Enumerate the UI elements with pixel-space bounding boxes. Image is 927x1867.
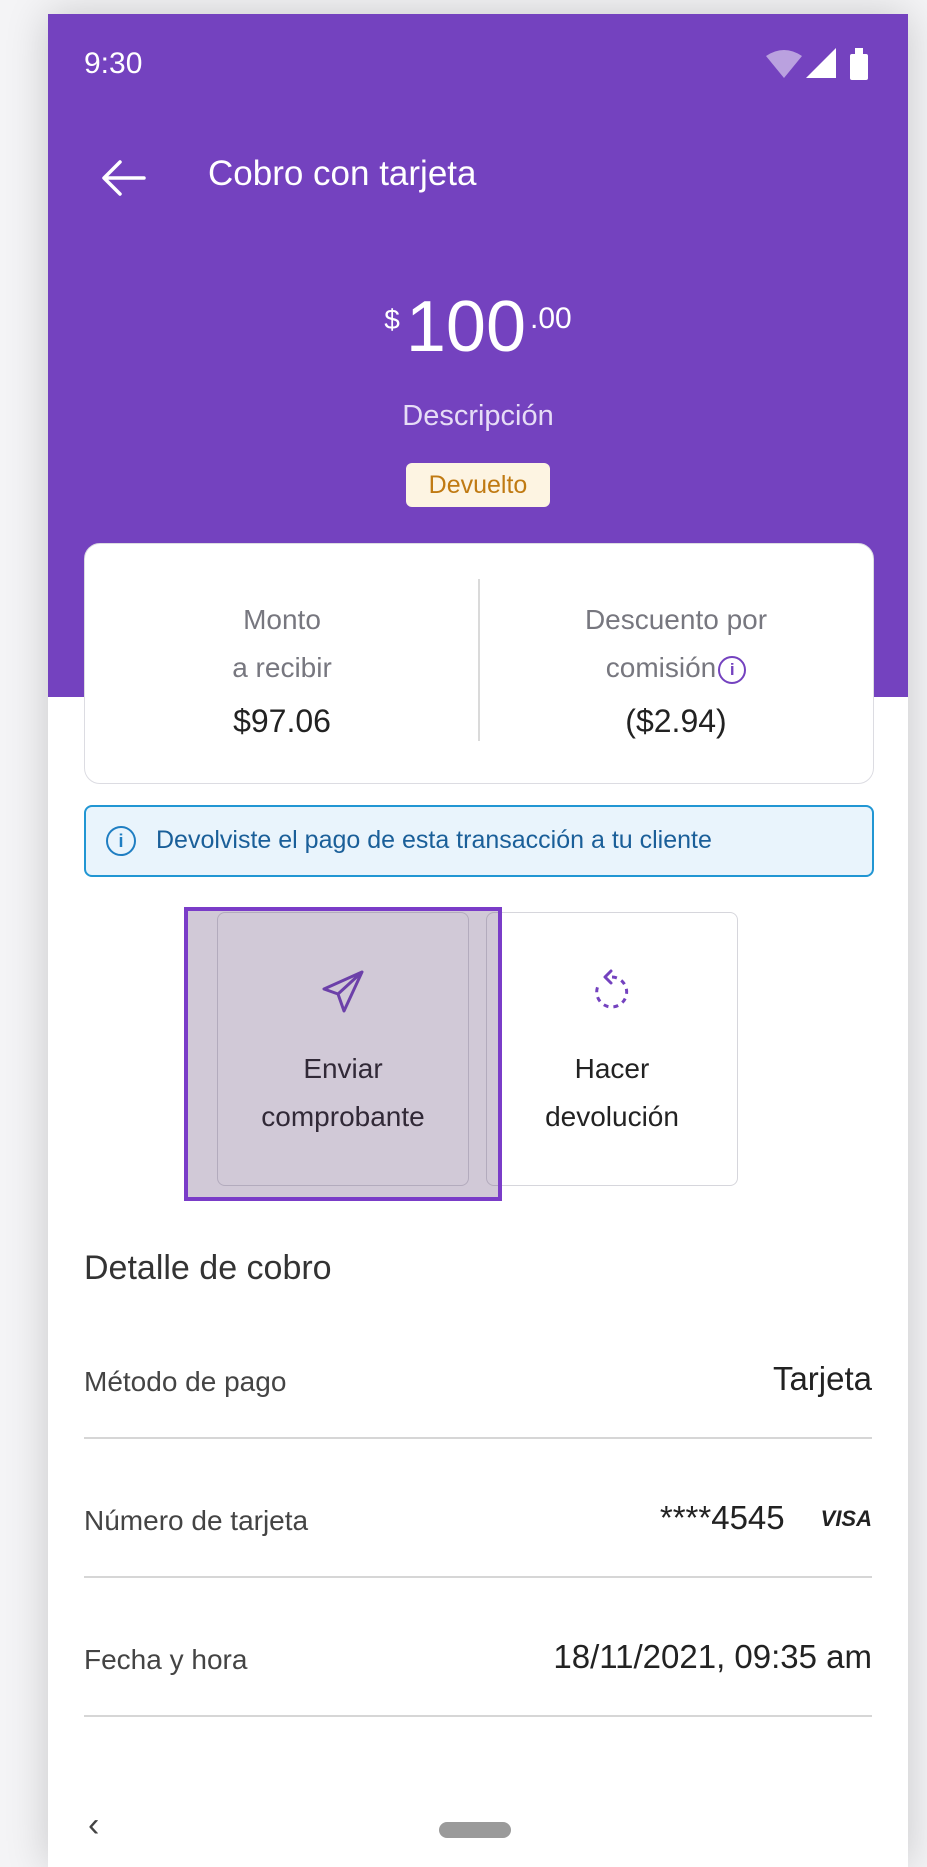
detail-label: Método de pago [84,1366,287,1397]
signal-icon [806,48,836,78]
commission-discount: Descuento por comisión i ($2.94) [479,596,873,748]
alert-text: Devolviste el pago de esta transacción a… [156,826,712,854]
detail-value: 18/11/2021, 09:35 am [553,1638,872,1675]
amount-decimals: .00 [530,302,572,335]
detail-value: Tarjeta [772,1360,872,1397]
divider [84,1715,872,1717]
amount: $100.00 [48,286,908,368]
visa-logo: VISA [820,1506,872,1531]
info-icon: i [106,826,136,856]
refund-button[interactable]: Hacer devolución [486,912,738,1186]
amount-to-receive-value: $97.06 [233,703,331,739]
nav-home-pill[interactable] [439,1822,511,1838]
refund-icon [587,967,637,1017]
detail-row-card-number: Número de tarjeta ****4545 VISA [84,1487,872,1555]
divider [84,1576,872,1578]
amount-to-receive: Monto a recibir $97.06 [85,596,479,748]
status-badge: Devuelto [406,463,550,507]
commission-label-2: comisión [605,652,717,683]
detail-label: Fecha y hora [84,1644,248,1675]
amount-to-receive-label-1: Monto [243,604,321,635]
detail-label: Número de tarjeta [84,1505,309,1536]
detail-row-payment-method: Método de pago Tarjeta [84,1348,872,1416]
description: Descripción [402,400,554,432]
commission-value: ($2.94) [625,703,727,739]
details-title: Detalle de cobro [84,1249,332,1287]
refund-alert: i Devolviste el pago de esta transacción… [84,805,874,877]
status-icons [766,48,876,87]
amount-currency: $ [384,304,400,335]
divider [84,1437,872,1439]
summary-card: Monto a recibir $97.06 Descuento por com… [84,543,874,784]
bottom-nav-bar: ‹ [48,1784,908,1867]
refund-label-2: devolución [545,1101,679,1132]
amount-to-receive-label-2: a recibir [232,652,332,683]
amount-integer: 100 [405,287,526,367]
wifi-icon [766,50,802,78]
refund-label-1: Hacer [574,1053,650,1084]
nav-back-icon[interactable]: ‹ [88,1806,99,1845]
detail-row-date: Fecha y hora 18/11/2021, 09:35 am [84,1626,872,1694]
selection-highlight [184,907,502,1201]
info-icon[interactable]: i [718,655,747,684]
battery-icon [850,54,868,80]
commission-label-1: Descuento por [584,604,768,635]
status-time: 9:30 [84,47,143,80]
phone-screen: 9:30 Cobro con tarjeta $100.00 Descripci… [48,14,908,1867]
card-number: ****4545 [659,1499,785,1536]
back-arrow-icon[interactable] [100,154,148,202]
page-title: Cobro con tarjeta [208,154,477,193]
